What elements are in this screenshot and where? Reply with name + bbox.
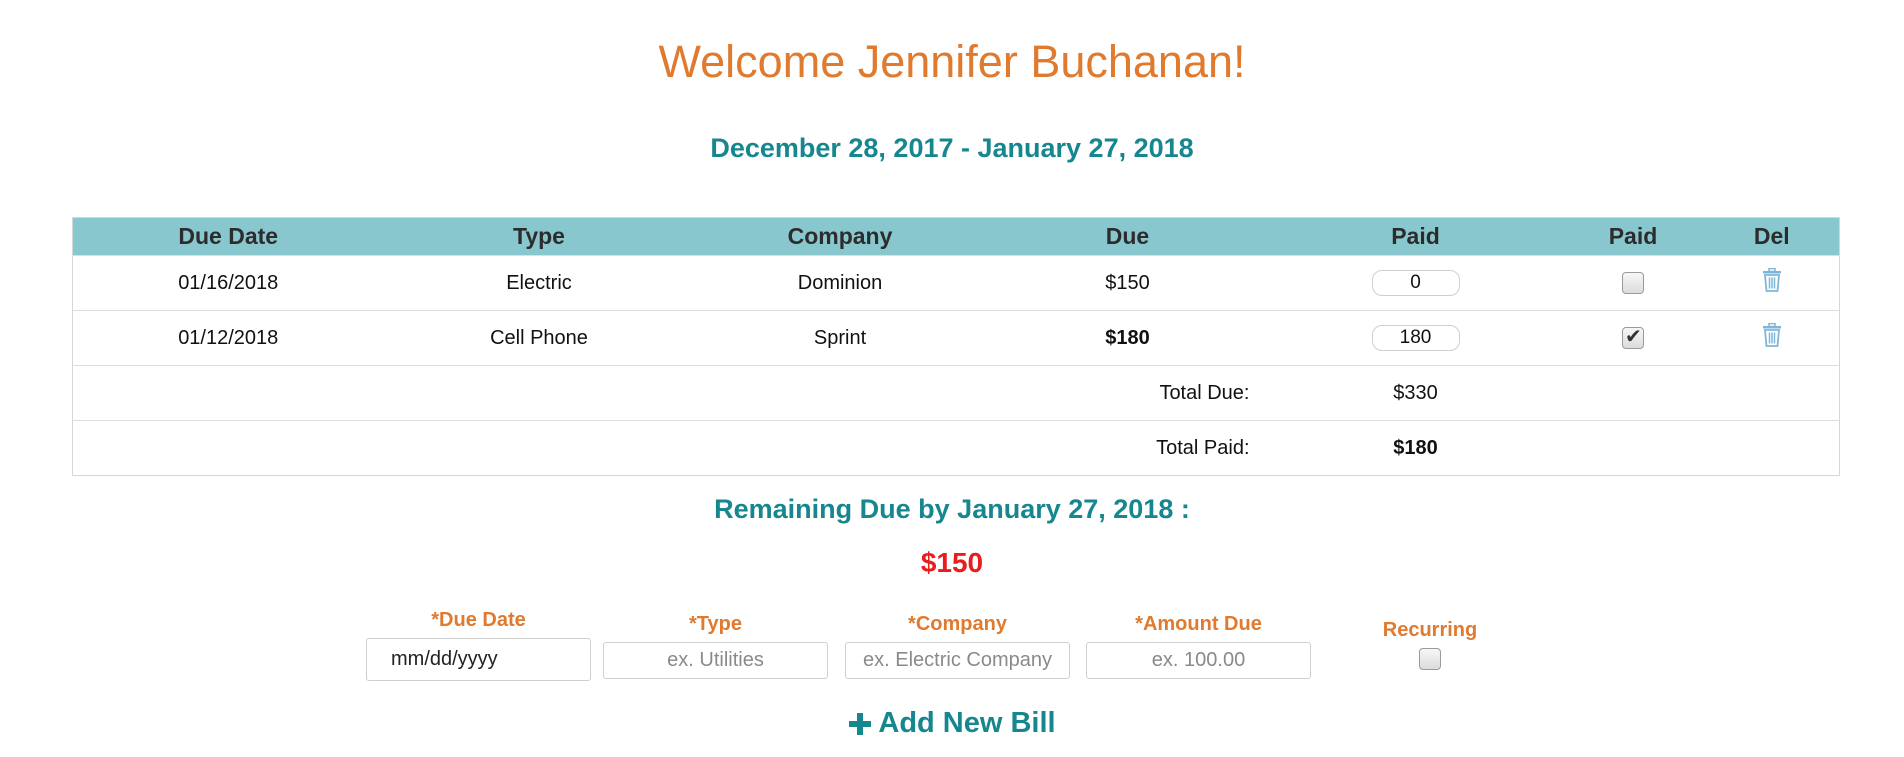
type-label: *Type [689, 613, 742, 635]
total-due-label: Total Due: [72, 365, 1270, 421]
amount-due-label: *Amount Due [1135, 613, 1262, 635]
col-header-due: Due [985, 217, 1270, 256]
cell-type: Electric [383, 255, 695, 311]
amount-due-input[interactable] [1086, 642, 1311, 679]
col-header-paid-amount: Paid [1269, 217, 1562, 256]
table-header-row: Due Date Type Company Due Paid Paid Del [72, 217, 1840, 256]
total-paid-label: Total Paid: [72, 420, 1270, 476]
cell-delete [1704, 310, 1840, 366]
bills-table: Due Date Type Company Due Paid Paid Del … [72, 217, 1840, 476]
table-row: 01/12/2018 Cell Phone Sprint $180 ✔ [72, 310, 1840, 366]
type-field: *Type [603, 613, 828, 679]
recurring-label: Recurring [1382, 619, 1478, 641]
bill-tracker-page: Welcome Jennifer Buchanan! December 28, … [0, 0, 1904, 757]
col-header-due-date: Due Date [72, 217, 384, 256]
paid-checkbox[interactable] [1622, 272, 1644, 295]
paid-amount-input[interactable] [1371, 270, 1460, 296]
col-header-type: Type [383, 217, 695, 256]
plus-icon [848, 711, 872, 744]
total-due-row: Total Due: $330 [72, 365, 1840, 421]
trash-icon[interactable] [1762, 322, 1782, 353]
due-date-label: *Due Date [431, 609, 526, 631]
company-field: *Company [845, 613, 1070, 679]
checkmark-icon: ✔ [1625, 326, 1642, 349]
cell-paid-check [1561, 255, 1705, 311]
cell-paid-amount [1269, 310, 1562, 366]
cell-due-date: 01/12/2018 [72, 310, 384, 366]
type-input[interactable] [603, 642, 828, 679]
cell-delete [1704, 255, 1840, 311]
cell-due: $150 [985, 255, 1270, 311]
remaining-due-value: $150 [920, 547, 984, 578]
date-range-heading: December 28, 2017 - January 27, 2018 [710, 133, 1194, 163]
cell-due: $180 [985, 310, 1270, 366]
table-row: 01/16/2018 Electric Dominion $150 [72, 255, 1840, 311]
company-label: *Company [908, 613, 1007, 635]
col-header-delete: Del [1704, 217, 1840, 256]
paid-amount-input[interactable] [1371, 325, 1460, 351]
col-header-paid-check: Paid [1561, 217, 1705, 256]
cell-company: Dominion [694, 255, 986, 311]
company-input[interactable] [845, 642, 1070, 679]
cell-due-date: 01/16/2018 [72, 255, 384, 311]
due-date-input[interactable] [366, 638, 591, 681]
add-new-bill-label: Add New Bill [878, 707, 1056, 739]
total-paid-row: Total Paid: $180 [72, 420, 1840, 476]
amount-due-field: *Amount Due [1086, 613, 1311, 679]
recurring-checkbox[interactable] [1419, 648, 1441, 670]
recurring-field: Recurring [1370, 619, 1490, 670]
add-new-bill-button[interactable]: Add New Bill [0, 707, 1904, 744]
col-header-company: Company [694, 217, 986, 256]
total-due-value: $330 [1269, 365, 1562, 421]
paid-checkbox[interactable]: ✔ [1622, 326, 1644, 350]
cell-paid-amount [1269, 255, 1562, 311]
cell-paid-check: ✔ [1561, 310, 1705, 366]
cell-company: Sprint [694, 310, 986, 366]
welcome-heading: Welcome Jennifer Buchanan! [658, 36, 1246, 87]
trash-icon[interactable] [1762, 267, 1782, 298]
cell-type: Cell Phone [383, 310, 695, 366]
due-date-field: *Due Date [366, 609, 591, 681]
remaining-due-label: Remaining Due by January 27, 2018 : [714, 494, 1190, 524]
total-paid-value: $180 [1269, 420, 1562, 476]
